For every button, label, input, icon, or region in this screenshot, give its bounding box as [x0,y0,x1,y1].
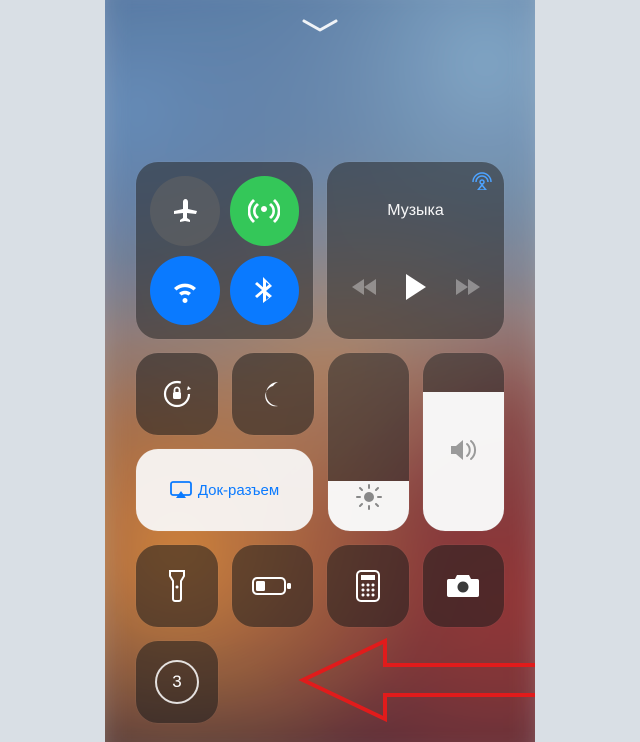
moon-icon [258,379,288,409]
orientation-lock-toggle[interactable] [136,353,218,435]
antenna-icon [248,195,280,227]
rewind-icon[interactable] [352,278,378,296]
volume-slider[interactable] [423,353,504,531]
bluetooth-toggle[interactable] [230,256,300,326]
battery-icon [252,575,292,597]
media-player-tile[interactable]: Музыка [327,162,504,339]
camera-icon [446,573,480,599]
wifi-toggle[interactable] [150,256,220,326]
do-not-disturb-toggle[interactable] [232,353,314,435]
chevron-down-icon[interactable] [302,18,338,34]
record-icon: 3 [155,660,199,704]
screen-mirroring-label: Док-разъем [198,482,279,499]
low-power-mode-button[interactable] [232,545,314,627]
flashlight-button[interactable] [136,545,218,627]
airplane-mode-toggle[interactable] [150,176,220,246]
calculator-button[interactable] [327,545,409,627]
recording-countdown: 3 [172,672,181,692]
calculator-icon [356,570,380,602]
lock-rotate-icon [159,376,195,412]
wifi-icon [169,274,201,306]
connectivity-group[interactable] [136,162,313,339]
airplane-icon [169,195,201,227]
sun-icon [355,483,383,511]
screen-mirroring-button[interactable]: Док-разъем [136,449,313,531]
speaker-icon [449,437,479,463]
brightness-slider[interactable] [328,353,409,531]
screen-recording-button[interactable]: 3 [136,641,218,723]
play-icon[interactable] [404,273,428,301]
cellular-data-toggle[interactable] [230,176,300,246]
airplay-video-icon [170,481,192,499]
forward-icon[interactable] [454,278,480,296]
bluetooth-icon [248,274,280,306]
airplay-audio-icon[interactable] [472,172,492,190]
media-title: Музыка [327,202,504,220]
flashlight-icon [167,569,187,603]
camera-button[interactable] [423,545,505,627]
